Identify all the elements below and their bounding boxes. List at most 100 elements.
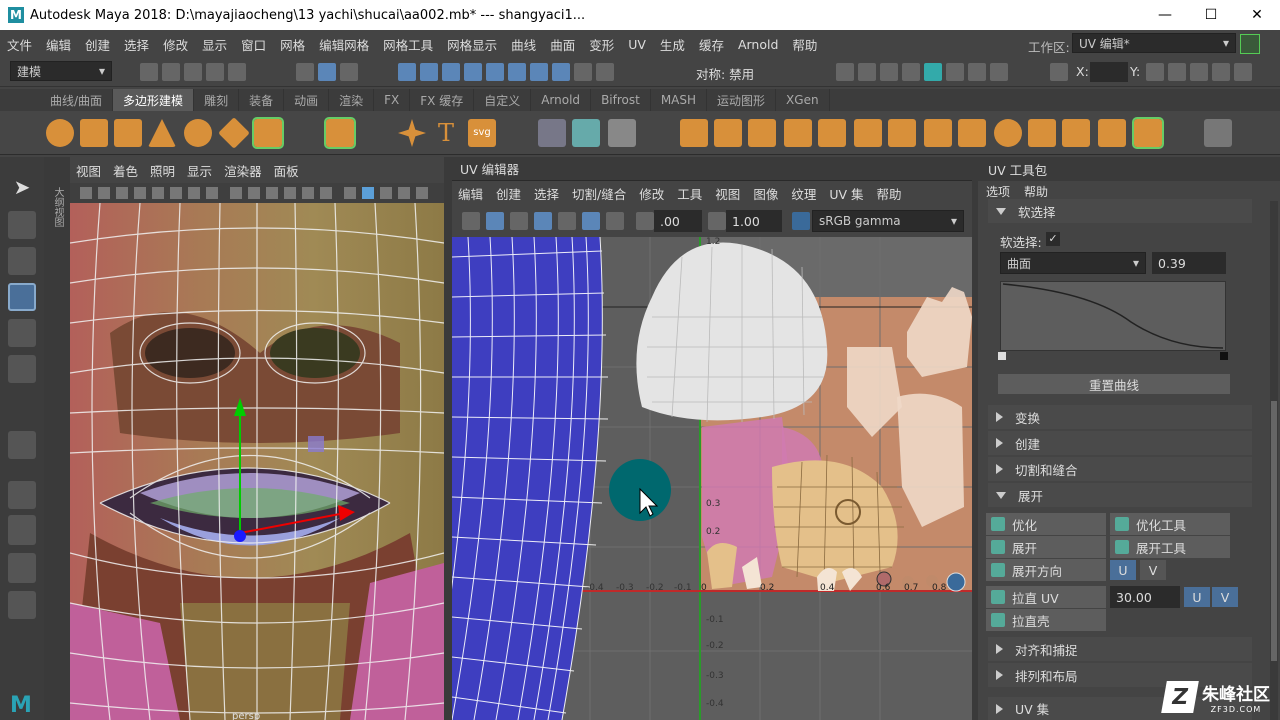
lock-selection-icon[interactable] bbox=[574, 63, 592, 81]
collapse-icon[interactable] bbox=[1098, 119, 1126, 147]
sweep-mesh-icon[interactable] bbox=[538, 119, 566, 147]
separate-icon[interactable] bbox=[608, 119, 636, 147]
gamma-icon[interactable] bbox=[708, 212, 726, 230]
poly-type-icon[interactable]: T bbox=[432, 119, 460, 147]
modeling-toolkit-icon[interactable] bbox=[1146, 63, 1164, 81]
smooth-icon[interactable] bbox=[680, 119, 708, 147]
poly-cube-icon[interactable] bbox=[80, 119, 108, 147]
select-hierarchy-icon[interactable] bbox=[296, 63, 314, 81]
hypershade-icon[interactable] bbox=[924, 63, 942, 81]
character-icon[interactable] bbox=[1168, 63, 1186, 81]
uv-checker-icon[interactable] bbox=[558, 212, 576, 230]
tab-rendering[interactable]: 渲染 bbox=[329, 89, 375, 111]
straighten-uv-button[interactable]: 拉直 UV bbox=[986, 586, 1106, 608]
uv-menu-select[interactable]: 选择 bbox=[534, 184, 559, 203]
menu-file[interactable]: 文件 bbox=[0, 35, 39, 54]
tab-bifrost[interactable]: Bifrost bbox=[591, 89, 651, 111]
last-tool-icon[interactable] bbox=[8, 431, 36, 459]
poly-torus-icon[interactable] bbox=[184, 119, 212, 147]
bridge-icon[interactable] bbox=[818, 119, 846, 147]
super-shape-icon[interactable] bbox=[398, 119, 426, 147]
undo-icon[interactable] bbox=[206, 63, 224, 81]
poly-plane-icon[interactable] bbox=[218, 117, 250, 149]
vp-menu-panels[interactable]: 面板 bbox=[274, 161, 299, 180]
symmetry-label[interactable]: 对称: 禁用 bbox=[696, 64, 754, 83]
menu-uv[interactable]: UV bbox=[621, 37, 653, 52]
vp-menu-renderer[interactable]: 渲染器 bbox=[224, 161, 262, 180]
soft-select-section[interactable]: 软选择 bbox=[988, 199, 1252, 223]
poly-cylinder-icon[interactable] bbox=[114, 119, 142, 147]
poly-cone-icon[interactable] bbox=[148, 119, 176, 147]
uv-editor-canvas[interactable]: 1.2 0.3 0.2 -0.1 -0.2 -0.3 -0.4 -0.4 -0.… bbox=[452, 237, 972, 720]
unfold-direction-button[interactable]: 展开方向 bbox=[986, 559, 1106, 581]
straighten-shell-button[interactable]: 拉直壳 bbox=[986, 609, 1106, 631]
outliner-icon[interactable] bbox=[8, 591, 36, 619]
maximize-button[interactable]: ☐ bbox=[1188, 0, 1234, 30]
snap-grid-icon[interactable] bbox=[486, 63, 504, 81]
save-scene-icon[interactable] bbox=[184, 63, 202, 81]
create-section[interactable]: 创建 bbox=[988, 431, 1252, 455]
tab-sculpting[interactable]: 雕刻 bbox=[194, 89, 240, 111]
transform-icon[interactable] bbox=[1050, 63, 1068, 81]
optimize-button[interactable]: 优化 bbox=[986, 513, 1106, 535]
tab-curves-surfaces[interactable]: 曲线/曲面 bbox=[40, 89, 114, 111]
new-scene-icon[interactable] bbox=[140, 63, 158, 81]
unfold-u-button[interactable]: U bbox=[1110, 560, 1136, 580]
uv-menu-image[interactable]: 图像 bbox=[753, 184, 778, 203]
uv-menu-view[interactable]: 视图 bbox=[715, 184, 740, 203]
tab-fx[interactable]: FX bbox=[374, 89, 411, 111]
menu-select[interactable]: 选择 bbox=[117, 35, 156, 54]
soft-select-checkbox[interactable]: ✓ bbox=[1046, 232, 1060, 246]
viewport-toolbar-icons[interactable] bbox=[70, 183, 444, 203]
transform-section[interactable]: 变换 bbox=[988, 405, 1252, 429]
render-icon[interactable] bbox=[858, 63, 876, 81]
uv-menu-tools[interactable]: 工具 bbox=[677, 184, 702, 203]
menu-arnold[interactable]: Arnold bbox=[731, 37, 785, 52]
falloff-curve-graph[interactable] bbox=[1000, 281, 1226, 351]
vertex-mode-icon[interactable] bbox=[398, 63, 416, 81]
multi-cut-icon[interactable] bbox=[958, 119, 986, 147]
render-view-icon[interactable] bbox=[836, 63, 854, 81]
quick-layout-icon[interactable] bbox=[8, 481, 36, 509]
curve-key-end[interactable] bbox=[1220, 352, 1228, 360]
unfold-tool-button[interactable]: 展开工具 bbox=[1110, 536, 1230, 558]
menu-display[interactable]: 显示 bbox=[195, 35, 234, 54]
menu-modify[interactable]: 修改 bbox=[156, 35, 195, 54]
outliner-side-tab[interactable]: 大纲视图 bbox=[44, 157, 70, 720]
scale-tool-icon[interactable] bbox=[8, 355, 36, 383]
panel-splitter[interactable] bbox=[444, 157, 452, 720]
uv-shaded-icon[interactable] bbox=[486, 212, 504, 230]
tab-xgen[interactable]: XGen bbox=[776, 89, 830, 111]
menu-create[interactable]: 创建 bbox=[78, 35, 117, 54]
tab-fx-caching[interactable]: FX 缓存 bbox=[410, 89, 475, 111]
straighten-v-button[interactable]: V bbox=[1212, 587, 1238, 607]
menu-help[interactable]: 帮助 bbox=[785, 35, 824, 54]
menu-mesh-tools[interactable]: 网格工具 bbox=[376, 35, 440, 54]
paint-tool-icon[interactable] bbox=[1204, 119, 1232, 147]
arnold-render-icon[interactable] bbox=[946, 63, 964, 81]
uv-menu-uv-sets[interactable]: UV 集 bbox=[829, 184, 863, 203]
tab-mash[interactable]: MASH bbox=[651, 89, 708, 111]
toolkit-scrollbar[interactable] bbox=[1270, 201, 1278, 720]
vp-menu-show[interactable]: 显示 bbox=[187, 161, 212, 180]
rotate-tool-icon[interactable] bbox=[8, 319, 36, 347]
color-management-icon[interactable] bbox=[792, 212, 810, 230]
combine-icon[interactable] bbox=[572, 119, 600, 147]
paint-select-icon[interactable] bbox=[8, 247, 36, 275]
uv-mode-icon[interactable] bbox=[464, 63, 482, 81]
edge-mode-icon[interactable] bbox=[420, 63, 438, 81]
extrude-icon[interactable] bbox=[784, 119, 812, 147]
menu-mesh[interactable]: 网格 bbox=[273, 35, 312, 54]
uv-menu-modify[interactable]: 修改 bbox=[639, 184, 664, 203]
append-icon[interactable] bbox=[888, 119, 916, 147]
snap-curve-icon[interactable] bbox=[508, 63, 526, 81]
uv-menu-create[interactable]: 创建 bbox=[496, 184, 521, 203]
minimize-button[interactable]: — bbox=[1142, 0, 1188, 30]
menu-windows[interactable]: 窗口 bbox=[234, 35, 273, 54]
tab-rigging[interactable]: 装备 bbox=[239, 89, 285, 111]
optimize-tool-button[interactable]: 优化工具 bbox=[1110, 513, 1230, 535]
align-snap-section[interactable]: 对齐和捕捉 bbox=[988, 637, 1252, 661]
target-weld-icon[interactable] bbox=[994, 119, 1022, 147]
channel-box-icon[interactable] bbox=[1234, 63, 1252, 81]
vp-menu-shading[interactable]: 着色 bbox=[113, 161, 138, 180]
